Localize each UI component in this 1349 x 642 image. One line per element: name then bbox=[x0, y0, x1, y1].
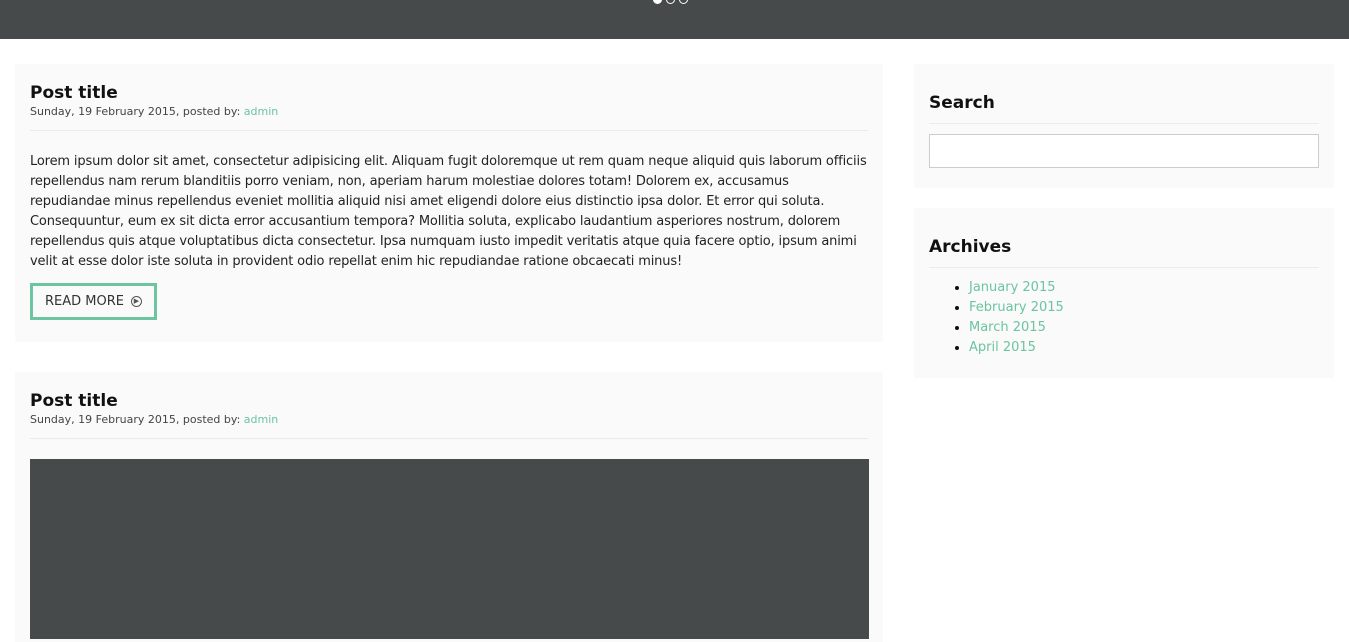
slider-dot-2[interactable] bbox=[666, 0, 675, 4]
archive-link-april-2015[interactable]: April 2015 bbox=[969, 340, 1036, 355]
blog-post: Post title Sunday, 19 February 2015, pos… bbox=[15, 64, 883, 342]
post-date: Sunday, 19 February 2015, posted by: bbox=[30, 105, 241, 118]
slider-dot-1[interactable] bbox=[653, 0, 662, 4]
post-title[interactable]: Post title bbox=[30, 64, 868, 104]
search-input[interactable] bbox=[929, 134, 1319, 168]
post-date: Sunday, 19 February 2015, posted by: bbox=[30, 413, 241, 426]
archives-widget: Archives January 2015 February 2015 Marc… bbox=[914, 208, 1334, 378]
post-divider bbox=[30, 438, 868, 439]
list-item: February 2015 bbox=[969, 298, 1319, 318]
arrow-circle-right-icon: ▶ bbox=[130, 296, 142, 307]
post-meta: Sunday, 19 February 2015, posted by: adm… bbox=[30, 105, 868, 119]
search-widget: Search bbox=[914, 64, 1334, 188]
read-more-button[interactable]: READ MORE ▶ bbox=[30, 283, 157, 320]
post-author-link[interactable]: admin bbox=[244, 413, 278, 426]
archive-link-march-2015[interactable]: March 2015 bbox=[969, 320, 1046, 335]
widget-divider bbox=[929, 123, 1319, 124]
widget-divider bbox=[929, 267, 1319, 268]
archives-widget-title: Archives bbox=[929, 237, 1012, 257]
slider-dots bbox=[653, 0, 688, 4]
post-featured-image bbox=[30, 459, 869, 639]
post-excerpt: Lorem ipsum dolor sit amet, consectetur … bbox=[30, 154, 867, 269]
post-divider bbox=[30, 130, 868, 131]
list-item: January 2015 bbox=[969, 278, 1319, 298]
archive-list: January 2015 February 2015 March 2015 Ap… bbox=[929, 278, 1319, 358]
post-author-link[interactable]: admin bbox=[244, 105, 278, 118]
read-more-label: READ MORE bbox=[45, 294, 124, 309]
list-item: March 2015 bbox=[969, 318, 1319, 338]
archive-link-january-2015[interactable]: January 2015 bbox=[969, 280, 1056, 295]
search-widget-title: Search bbox=[929, 93, 995, 113]
slider-dot-3[interactable] bbox=[679, 0, 688, 4]
post-meta: Sunday, 19 February 2015, posted by: adm… bbox=[30, 413, 868, 427]
archive-link-february-2015[interactable]: February 2015 bbox=[969, 300, 1064, 315]
hero-slider bbox=[0, 0, 1349, 39]
list-item: April 2015 bbox=[969, 338, 1319, 358]
post-title[interactable]: Post title bbox=[30, 372, 868, 412]
blog-post: Post title Sunday, 19 February 2015, pos… bbox=[15, 372, 883, 642]
